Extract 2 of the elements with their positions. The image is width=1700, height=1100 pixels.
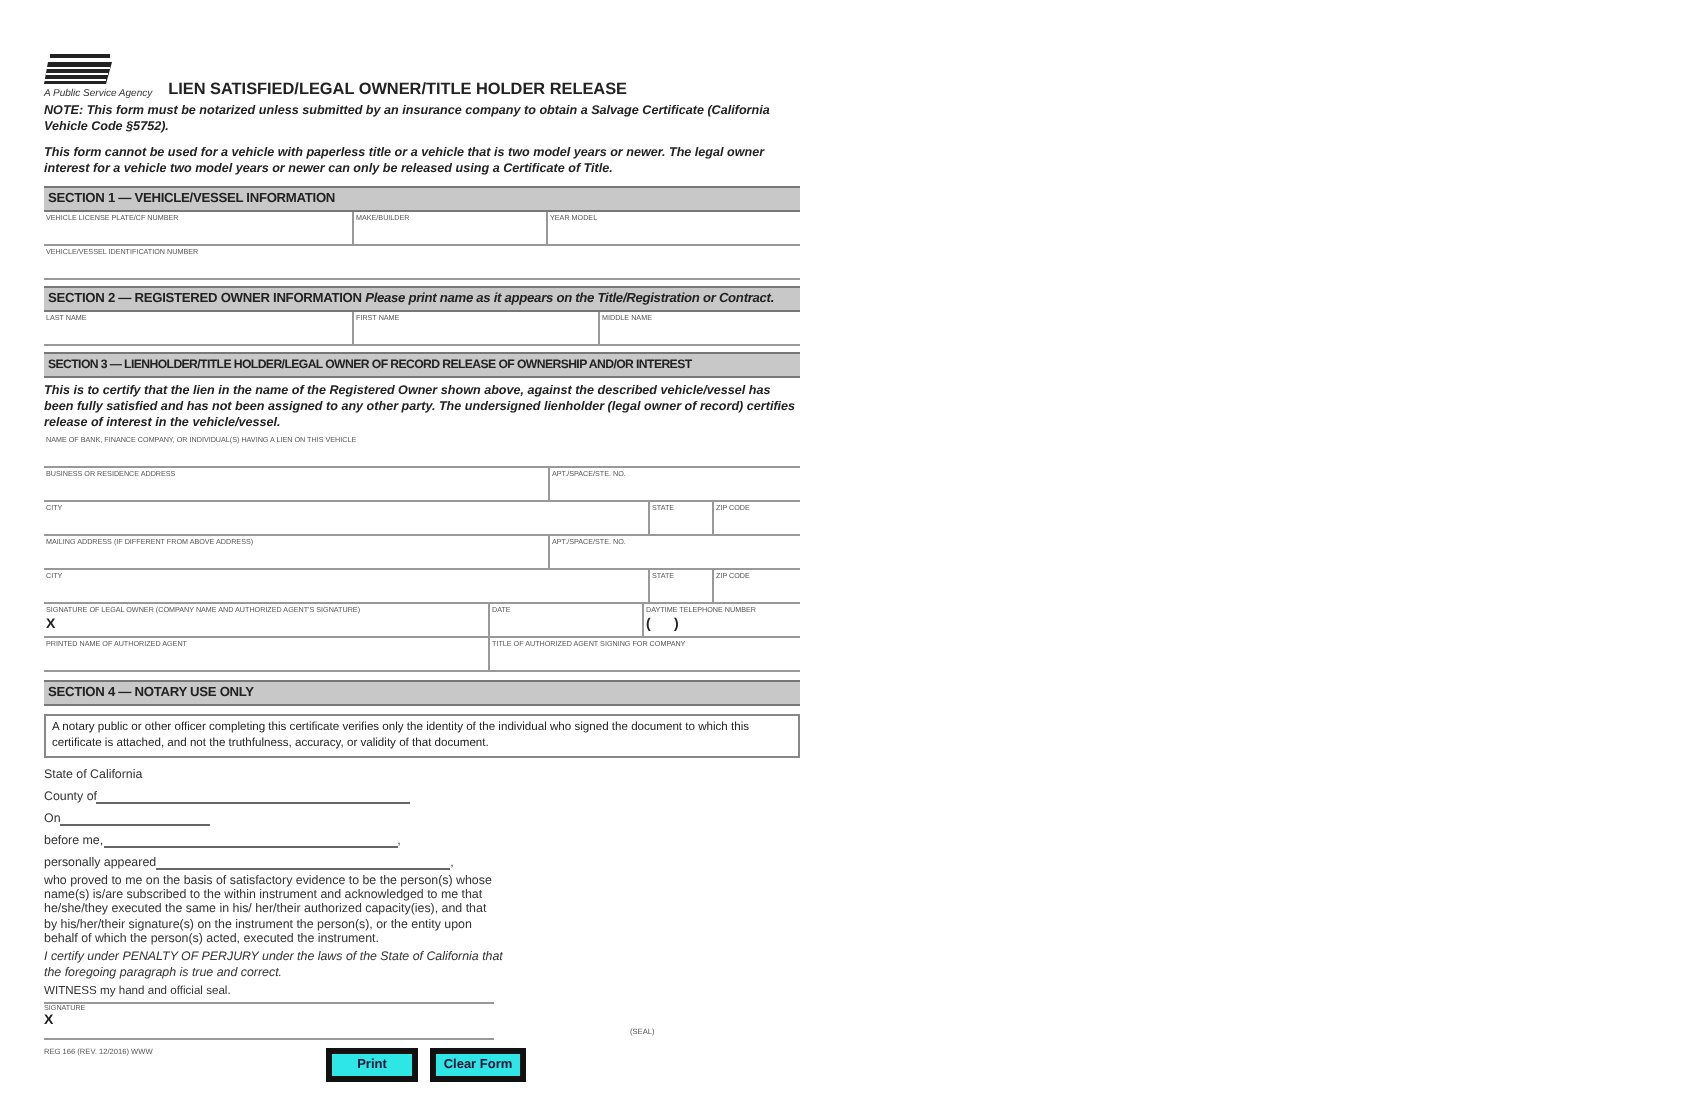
form-title: LIEN SATISFIED/LEGAL OWNER/TITLE HOLDER RELEASE bbox=[168, 80, 628, 98]
agency-logo-icon bbox=[44, 52, 116, 88]
